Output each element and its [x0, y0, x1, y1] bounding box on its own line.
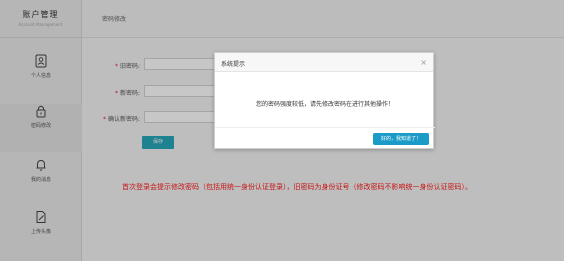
system-dialog: 系统提示 × 您的密码强度较低，请先修改密码在进行其他操作！ 好的，我知道了！ [214, 52, 435, 149]
close-icon[interactable]: × [420, 59, 427, 67]
dialog-divider [215, 127, 435, 128]
dialog-title: 系统提示 [221, 61, 246, 68]
dialog-header: 系统提示 × [215, 53, 433, 72]
dialog-message: 您的密码强度较低，请先修改密码在进行其他操作！ [255, 101, 394, 108]
confirm-button[interactable]: 好的，我知道了！ [373, 133, 429, 145]
